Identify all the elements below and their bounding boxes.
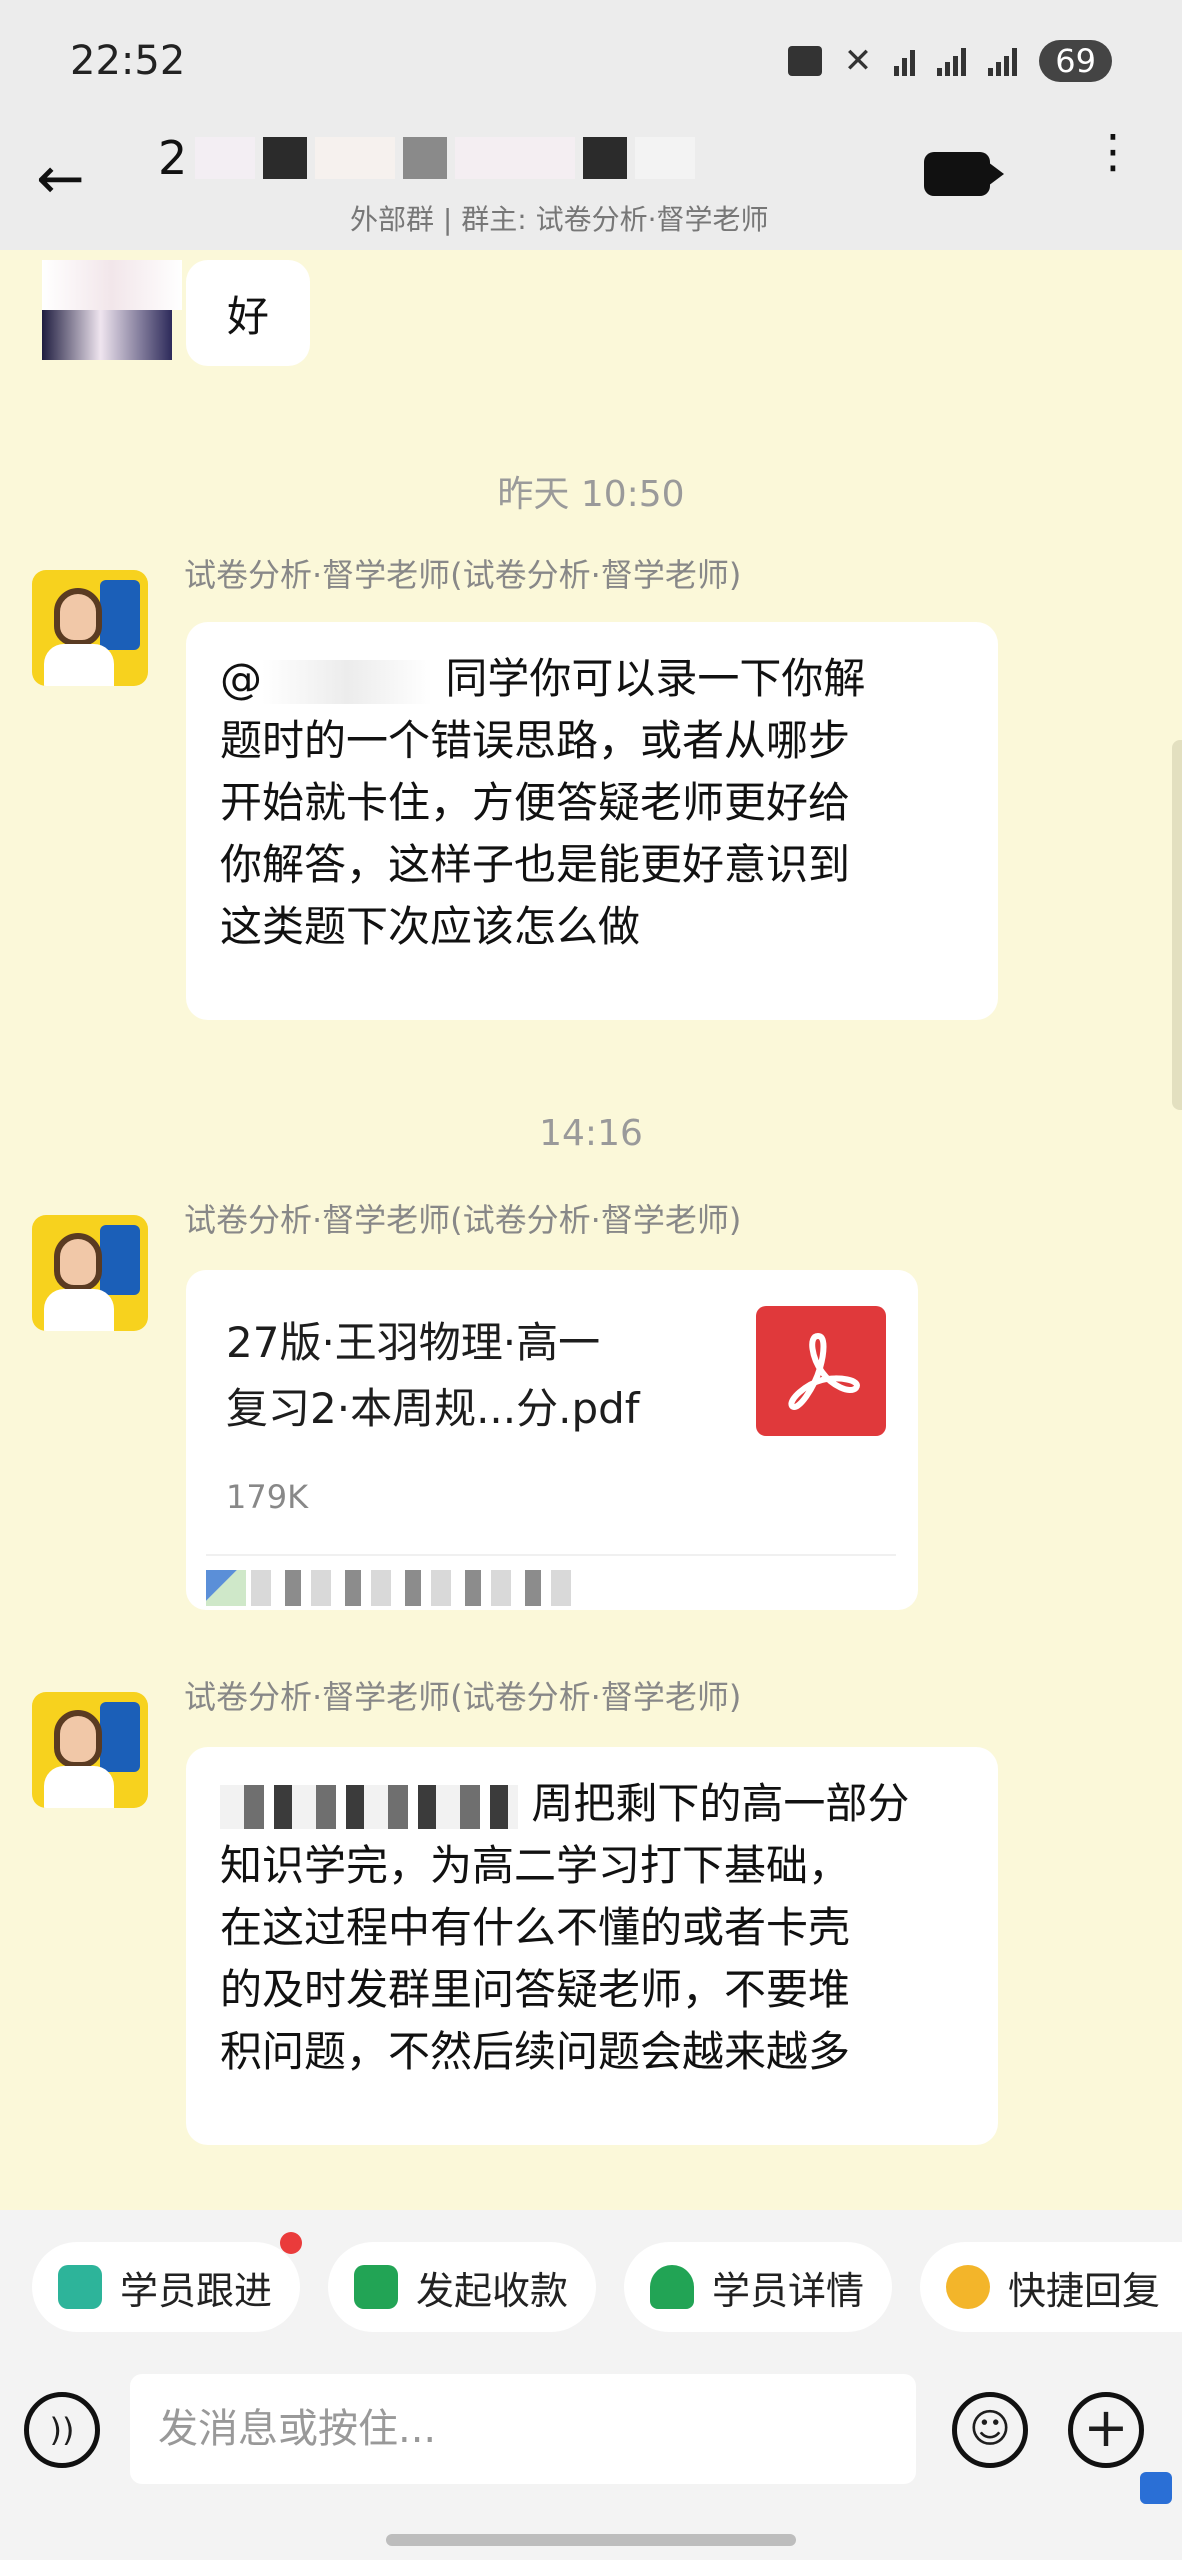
redacted-block xyxy=(251,1570,572,1606)
avatar-body xyxy=(44,1766,114,1808)
message-text: 周把剩下的高一部分 知识学完，为高二学习打下基础， 在这过程中有什么不懂的或者卡… xyxy=(186,1747,998,2109)
more-options-icon[interactable]: ⋮ xyxy=(1090,128,1136,174)
teacher-avatar[interactable] xyxy=(32,1692,148,1808)
quick-action-payment[interactable]: 发起收款 xyxy=(328,2242,596,2332)
file-footer-redacted xyxy=(206,1554,896,1610)
message-line-4: 这类题下次应该怎么做 xyxy=(220,902,641,951)
follow-up-icon xyxy=(58,2265,102,2309)
message-line-2: 在这过程中有什么不懂的或者卡壳 xyxy=(220,1903,851,1952)
message-line-1: 题时的一个错误思路，或者从哪步 xyxy=(220,716,851,765)
file-name-line: 复习2·本周规...分.pdf xyxy=(226,1384,640,1433)
navigation-bar xyxy=(0,2510,1182,2560)
redacted-block xyxy=(263,137,308,179)
avatar-badge xyxy=(100,1225,140,1295)
message-line-0: 周把剩下的高一部分 xyxy=(531,1779,910,1828)
avatar-badge xyxy=(100,580,140,650)
file-attachment-card[interactable]: 27版·王羽物理·高一 复习2·本周规...分.pdf 179K xyxy=(186,1270,918,1610)
signal-icon-2 xyxy=(988,46,1018,76)
message-bubble[interactable]: 好 xyxy=(186,260,310,366)
message-line: @ 同学你可以录一下你解 xyxy=(220,648,964,710)
quick-action-quick-reply[interactable]: 快捷回复 xyxy=(920,2242,1182,2332)
emoji-icon[interactable]: ☺ xyxy=(952,2392,1028,2468)
message-list[interactable]: 好 昨天 10:50 试卷分析·督学老师(试卷分析·督学老师) @ 同学你可以录… xyxy=(0,250,1182,2210)
student-detail-icon xyxy=(650,2265,694,2309)
message-line-2: 开始就卡住，方便答疑老师更好给 xyxy=(220,778,851,827)
scrollbar[interactable] xyxy=(1172,740,1182,1110)
pdf-glyph xyxy=(788,1332,860,1410)
teacher-avatar[interactable] xyxy=(32,1215,148,1331)
sender-name: 试卷分析·督学老师(试卷分析·督学老师) xyxy=(184,1678,742,1716)
redacted-block xyxy=(206,1570,246,1606)
message-line-3: 你解答，这样子也是能更好意识到 xyxy=(220,840,851,889)
group-subtitle: 外部群 | 群主: 试卷分析·督学老师 xyxy=(350,203,769,236)
message-line-0: 同学你可以录一下你解 xyxy=(445,654,866,703)
file-name: 27版·王羽物理·高一 复习2·本周规...分.pdf xyxy=(226,1310,706,1442)
redacted-block xyxy=(315,137,396,179)
notification-icon xyxy=(787,46,822,76)
quick-actions-bar[interactable]: 学员跟进 发起收款 学员详情 快捷回复 xyxy=(0,2210,1182,2360)
battery-indicator: 69 xyxy=(1039,40,1112,82)
quick-action-label: 快捷回复 xyxy=(1008,2268,1161,2313)
quick-action-label: 学员跟进 xyxy=(120,2268,273,2313)
mute-icon: ✕ xyxy=(843,41,873,81)
quick-reply-icon xyxy=(946,2265,990,2309)
redacted-block xyxy=(635,137,696,179)
message-input[interactable]: 发消息或按住... xyxy=(130,2374,916,2484)
sender-name: 试卷分析·督学老师(试卷分析·督学老师) xyxy=(184,1201,742,1239)
group-title-text: 2 xyxy=(158,131,188,185)
message-text: 好 xyxy=(226,291,269,341)
status-icons: ✕ 69 xyxy=(787,40,1112,82)
group-title: 2 xyxy=(158,128,696,188)
quick-action-label: 发起收款 xyxy=(416,2268,569,2313)
payment-icon xyxy=(354,2265,398,2309)
teacher-avatar[interactable] xyxy=(32,570,148,686)
status-time: 22:52 xyxy=(70,38,186,84)
timestamp: 14:16 xyxy=(539,1113,643,1154)
home-handle[interactable] xyxy=(386,2534,796,2546)
message-text: @ 同学你可以录一下你解 题时的一个错误思路，或者从哪步 开始就卡住，方便答疑老… xyxy=(186,622,998,984)
avatar-badge xyxy=(100,1702,140,1772)
input-bar: )) 发消息或按住... ☺ + xyxy=(0,2360,1182,2510)
mention-at: @ xyxy=(220,654,262,703)
redacted-mention xyxy=(262,659,432,704)
floating-app-icon[interactable] xyxy=(1140,2472,1172,2504)
message-bubble[interactable]: 周把剩下的高一部分 知识学完，为高二学习打下基础， 在这过程中有什么不懂的或者卡… xyxy=(186,1747,998,2145)
notification-dot xyxy=(280,2232,302,2254)
chat-header: ← 2 外部群 | 群主: 试卷分析·督学老师 ⋮ xyxy=(0,110,1182,250)
avatar-face xyxy=(54,1710,102,1768)
wifi-icon xyxy=(894,46,916,76)
file-size: 179K xyxy=(226,1478,309,1516)
signal-icon xyxy=(937,46,967,76)
avatar-redacted[interactable] xyxy=(42,260,182,370)
redacted-block xyxy=(195,137,256,179)
voice-input-icon[interactable]: )) xyxy=(24,2392,100,2468)
redacted-block xyxy=(220,1784,518,1829)
quick-action-follow-up[interactable]: 学员跟进 xyxy=(32,2232,302,2332)
add-icon[interactable]: + xyxy=(1068,2392,1144,2468)
message-line-1: 知识学完，为高二学习打下基础， xyxy=(220,1841,851,1890)
message-line-3: 的及时发群里问答疑老师，不要堆 xyxy=(220,1965,851,2014)
message-line: 周把剩下的高一部分 xyxy=(220,1773,964,1835)
back-arrow-icon[interactable]: ← xyxy=(36,148,96,208)
redacted-block xyxy=(42,310,172,360)
message-bubble[interactable]: @ 同学你可以录一下你解 题时的一个错误思路，或者从哪步 开始就卡住，方便答疑老… xyxy=(186,622,998,1020)
redacted-block xyxy=(583,137,628,179)
avatar-body xyxy=(44,644,114,686)
redacted-block xyxy=(42,260,182,310)
file-name-line: 27版·王羽物理·高一 xyxy=(226,1318,601,1367)
timestamp: 昨天 10:50 xyxy=(497,474,685,515)
avatar-face xyxy=(54,1233,102,1291)
sender-name: 试卷分析·督学老师(试卷分析·督学老师) xyxy=(184,556,742,594)
quick-action-student-detail[interactable]: 学员详情 xyxy=(624,2242,892,2332)
quick-action-label: 学员详情 xyxy=(712,2268,865,2313)
avatar-body xyxy=(44,1289,114,1331)
video-call-icon[interactable] xyxy=(924,152,1004,196)
message-line-4: 积问题，不然后续问题会越来越多 xyxy=(220,2027,851,2076)
redacted-block xyxy=(455,137,576,179)
avatar-face xyxy=(54,588,102,646)
pdf-icon xyxy=(756,1306,886,1436)
redacted-block xyxy=(403,137,448,179)
